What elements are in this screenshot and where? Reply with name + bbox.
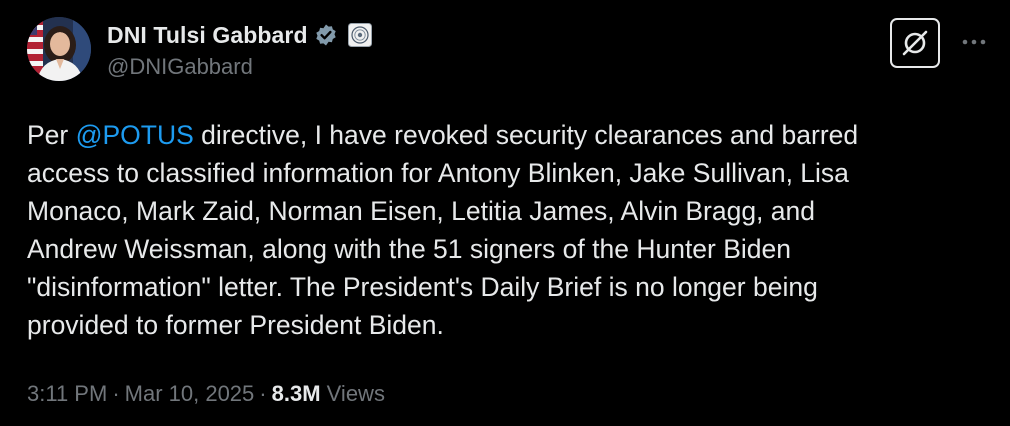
grok-button[interactable] — [890, 18, 940, 68]
meta-separator-2: · — [259, 381, 267, 406]
verified-badge-icon[interactable] — [314, 23, 338, 47]
meta-separator: · — [112, 381, 120, 406]
more-options-button[interactable] — [958, 26, 990, 58]
tweet-text-prefix: Per — [27, 120, 76, 150]
tweet-time: 3:11 PM — [27, 381, 108, 406]
tweet-text-suffix: directive, I have revoked security clear… — [193, 120, 859, 150]
government-seal-icon[interactable] — [347, 23, 372, 47]
profile-photo-icon — [27, 17, 91, 81]
tweet-meta: 3:11 PM · Mar 10, 2025 · 8.3M Views — [27, 381, 385, 407]
tweet-text-line-6: provided to former President Biden. — [27, 310, 444, 340]
tweet-text-line-5: "disinformation" letter. The President's… — [27, 272, 818, 302]
tweet-date: Mar 10, 2025 — [124, 381, 255, 406]
tweet-card: DNI Tulsi Gabbard @DNIGabbard Per @POTUS… — [0, 0, 1010, 426]
tweet-text-line-2: access to classified information for Ant… — [27, 158, 849, 188]
tweet-text-line-1: Per @POTUS directive, I have revoked sec… — [27, 116, 977, 154]
mention-link[interactable]: @POTUS — [76, 120, 194, 150]
author-name-row: DNI Tulsi Gabbard — [107, 20, 372, 50]
grok-icon — [902, 30, 928, 56]
more-options-icon — [962, 39, 986, 45]
tweet-time-link[interactable]: 3:11 PM · Mar 10, 2025 — [27, 381, 254, 406]
tweet-text: Per @POTUS directive, I have revoked sec… — [27, 116, 977, 344]
display-name[interactable]: DNI Tulsi Gabbard — [107, 22, 308, 49]
tweet-text-line-4: Andrew Weissman, along with the 51 signe… — [27, 234, 792, 264]
views-label: Views — [326, 381, 385, 406]
author-handle[interactable]: @DNIGabbard — [107, 54, 253, 80]
views-count: 8.3M — [271, 381, 321, 406]
views-link[interactable]: 8.3M Views — [272, 381, 385, 406]
avatar[interactable] — [27, 17, 91, 81]
tweet-text-line-3: Monaco, Mark Zaid, Norman Eisen, Letitia… — [27, 196, 815, 226]
